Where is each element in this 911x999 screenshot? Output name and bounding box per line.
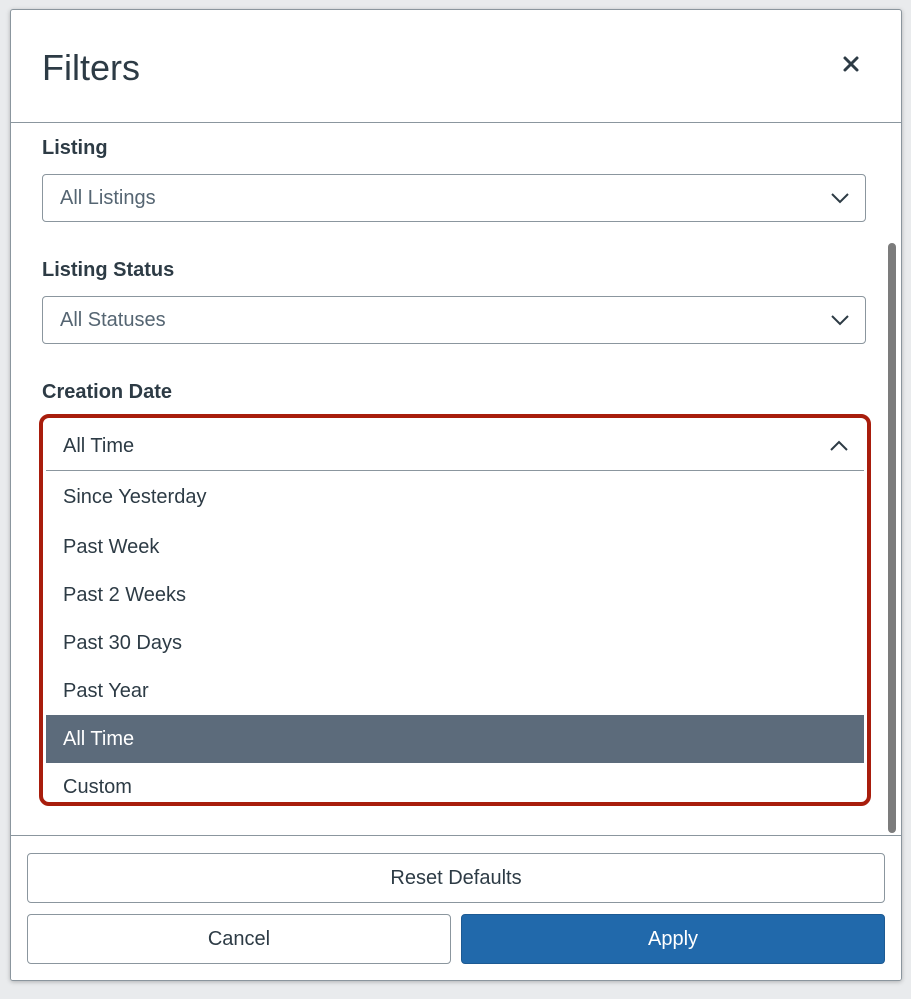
option-past-week[interactable]: Past Week — [46, 523, 864, 571]
modal-footer: Reset Defaults Cancel Apply — [11, 835, 901, 980]
close-button[interactable] — [833, 46, 869, 82]
apply-button[interactable]: Apply — [461, 914, 885, 964]
listing-select[interactable]: All Listings — [42, 174, 866, 222]
option-all-time[interactable]: All Time — [46, 715, 864, 763]
option-since-yesterday[interactable]: Since Yesterday — [46, 471, 864, 523]
option-past-year[interactable]: Past Year — [46, 667, 864, 715]
modal-scrollbar[interactable] — [888, 243, 896, 833]
creation-date-select[interactable]: All Time — [46, 421, 864, 471]
reset-defaults-button[interactable]: Reset Defaults — [27, 853, 885, 903]
option-past-2-weeks[interactable]: Past 2 Weeks — [46, 571, 864, 619]
chevron-up-icon — [830, 440, 848, 451]
listing-select-value: All Listings — [60, 187, 156, 209]
chevron-down-icon — [831, 193, 849, 204]
listing-status-label: Listing Status — [42, 259, 175, 281]
creation-date-dropdown: All Time Since Yesterday Past Week Past … — [39, 414, 871, 806]
chevron-down-icon — [831, 315, 849, 326]
listing-status-select[interactable]: All Statuses — [42, 296, 866, 344]
filters-modal: Filters Listing All Listings Listing Sta… — [10, 9, 902, 981]
listing-label: Listing — [42, 137, 108, 159]
creation-date-options: Since Yesterday Past Week Past 2 Weeks P… — [46, 471, 864, 811]
modal-title: Filters — [42, 47, 140, 88]
close-icon — [843, 56, 859, 72]
listing-status-select-value: All Statuses — [60, 309, 166, 331]
option-custom[interactable]: Custom — [46, 763, 864, 811]
cancel-button[interactable]: Cancel — [27, 914, 451, 964]
option-past-30-days[interactable]: Past 30 Days — [46, 619, 864, 667]
creation-date-label: Creation Date — [42, 381, 173, 403]
modal-header: Filters — [11, 10, 901, 123]
creation-date-select-value: All Time — [63, 435, 135, 457]
